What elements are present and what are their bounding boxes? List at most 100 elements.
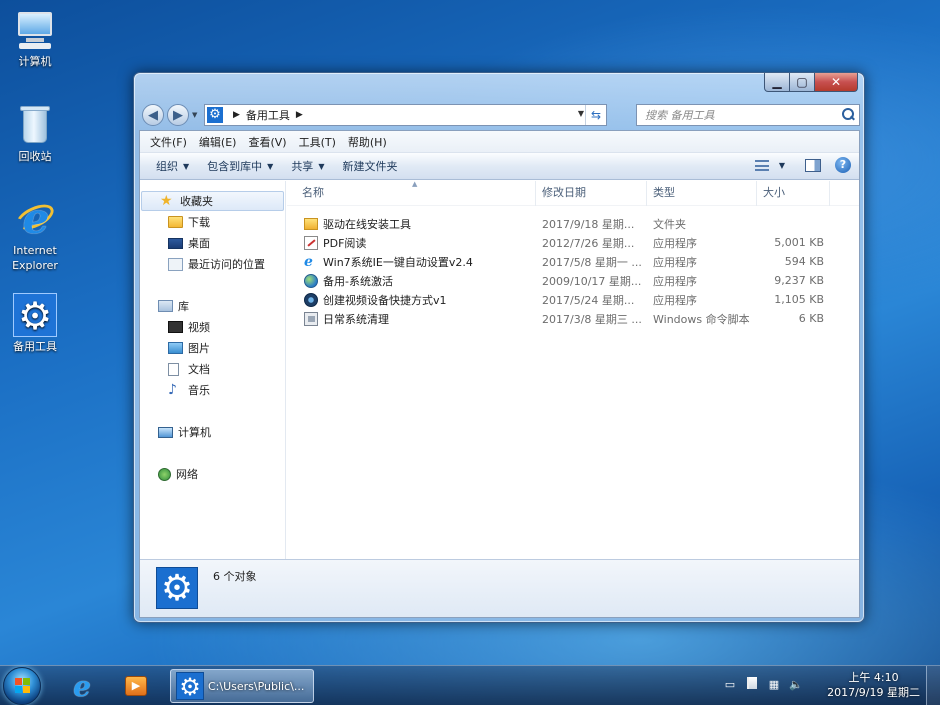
- system-tray: ▭ ▦ 🔈: [722, 677, 810, 693]
- address-bar[interactable]: ⚙ ▶ 备用工具 ▶ ▼ ⇆: [204, 104, 607, 126]
- column-label: 修改日期: [542, 185, 586, 199]
- nav-downloads[interactable]: 下载: [140, 212, 210, 232]
- nav-network[interactable]: 网络: [140, 464, 198, 484]
- volume-icon[interactable]: 🔈: [788, 677, 804, 693]
- recent-places-icon: [168, 257, 183, 271]
- new-folder-button[interactable]: 新建文件夹: [334, 158, 407, 174]
- network-icon[interactable]: ▦: [766, 677, 782, 693]
- file-date: 2017/3/8 星期三 ...: [542, 312, 642, 326]
- internet-explorer-icon: e: [73, 669, 91, 703]
- file-row[interactable]: 日常系统清理 2017/3/8 星期三 ... Windows 命令脚本 6 K…: [287, 309, 859, 328]
- file-size: 594 KB: [784, 255, 824, 268]
- file-type: 应用程序: [653, 274, 697, 288]
- column-label: 类型: [653, 185, 675, 199]
- batch-script-icon: [304, 311, 318, 326]
- item-count: 6 个对象: [213, 570, 257, 583]
- recent-pages-dropdown[interactable]: ▼: [192, 111, 197, 119]
- desktop-icon-computer[interactable]: 计算机: [0, 8, 70, 69]
- file-size: 6 KB: [798, 312, 824, 325]
- view-options-dropdown-icon[interactable]: ▼: [779, 161, 785, 170]
- file-name: Win7系统IE一键自动设置v2.4: [323, 255, 473, 269]
- folder-icon: [304, 217, 318, 230]
- nav-label: 视频: [188, 321, 210, 334]
- back-button[interactable]: ◀: [142, 104, 164, 126]
- organize-button[interactable]: 组织 ▼: [148, 158, 199, 174]
- breadcrumb-chevron-icon[interactable]: ▶: [296, 110, 303, 120]
- include-in-library-button[interactable]: 包含到库中 ▼: [199, 158, 283, 174]
- desktop-icon: [168, 237, 183, 249]
- taskbar: e ▶ ⚙ C:\Users\Public\... ▭ ▦ 🔈 上午 4:10 …: [0, 665, 940, 705]
- menu-tools[interactable]: 工具(T): [293, 134, 342, 150]
- column-header-date[interactable]: 修改日期: [536, 180, 647, 206]
- nav-label: 最近访问的位置: [188, 258, 265, 271]
- ie-app-icon: e: [304, 253, 313, 270]
- column-header-type[interactable]: 类型: [647, 180, 757, 206]
- search-input[interactable]: 搜索 备用工具: [636, 104, 860, 126]
- camera-app-icon: [304, 292, 318, 307]
- file-row[interactable]: 驱动在线安装工具 2017/9/18 星期... 文件夹: [287, 214, 859, 233]
- nav-favorites[interactable]: ★ 收藏夹: [141, 191, 284, 211]
- action-center-flag-icon[interactable]: [744, 677, 760, 693]
- forward-button[interactable]: ▶: [167, 104, 189, 126]
- column-header-name[interactable]: ▲ 名称: [287, 180, 536, 206]
- menu-file[interactable]: 文件(F): [144, 134, 193, 150]
- sort-ascending-icon: ▲: [412, 179, 418, 188]
- file-date: 2017/5/24 星期...: [542, 293, 635, 307]
- column-label: 名称: [302, 185, 324, 199]
- nav-desktop[interactable]: 桌面: [140, 233, 210, 253]
- maximize-button[interactable]: ▢: [790, 73, 815, 92]
- organize-label: 组织: [156, 160, 178, 173]
- menu-edit[interactable]: 编辑(E): [193, 134, 243, 150]
- taskbar-pin-media-player[interactable]: ▶: [114, 670, 158, 702]
- preview-pane-icon[interactable]: [805, 158, 821, 172]
- close-button[interactable]: ✕: [815, 73, 858, 92]
- internet-explorer-icon: e: [12, 197, 58, 241]
- breadcrumb-chevron-icon[interactable]: ▶: [233, 110, 240, 120]
- column-header-size[interactable]: 大小: [757, 180, 830, 206]
- refresh-button[interactable]: ⇆: [585, 105, 606, 125]
- file-type: 应用程序: [653, 236, 697, 250]
- nav-recent-places[interactable]: 最近访问的位置: [140, 254, 265, 274]
- show-hidden-icons-button[interactable]: ▭: [722, 677, 738, 693]
- file-row[interactable]: 备用-系统激活 2009/10/17 星期... 应用程序 9,237 KB: [287, 271, 859, 290]
- file-row[interactable]: 创建视频设备快捷方式v1 2017/5/24 星期... 应用程序 1,105 …: [287, 290, 859, 309]
- file-row[interactable]: e Win7系统IE一键自动设置v2.4 2017/5/8 星期一 ... 应用程…: [287, 252, 859, 271]
- file-row[interactable]: PDF阅读 2012/7/26 星期... 应用程序 5,001 KB: [287, 233, 859, 252]
- file-size: 9,237 KB: [774, 274, 824, 287]
- address-dropdown-icon[interactable]: ▼: [578, 109, 584, 118]
- gear-icon: ⚙: [176, 672, 204, 701]
- file-type: Windows 命令脚本: [653, 312, 750, 326]
- breadcrumb-current[interactable]: 备用工具: [246, 107, 290, 123]
- clock[interactable]: 上午 4:10 2017/9/19 星期二: [827, 670, 920, 700]
- gear-icon: ⚙: [13, 293, 57, 338]
- menu-view[interactable]: 查看(V): [242, 134, 292, 150]
- minimize-button[interactable]: ▁: [764, 73, 790, 92]
- desktop-icon-backup-tools[interactable]: ⚙ 备用工具: [0, 293, 70, 354]
- music-note-icon: ♪: [168, 382, 177, 398]
- documents-library-icon: [168, 362, 179, 376]
- desktop-icon-recycle-bin[interactable]: 回收站: [0, 103, 70, 164]
- share-button[interactable]: 共享 ▼: [283, 158, 334, 174]
- nav-pictures[interactable]: 图片: [140, 338, 210, 358]
- nav-documents[interactable]: 文档: [140, 359, 210, 379]
- nav-libraries[interactable]: 库: [140, 296, 189, 316]
- start-button[interactable]: [3, 667, 41, 705]
- recycle-bin-icon: [13, 103, 57, 147]
- help-icon[interactable]: ?: [835, 157, 851, 173]
- desktop-icon-internet-explorer[interactable]: e Internet Explorer: [0, 197, 70, 273]
- search-icon[interactable]: [841, 107, 855, 121]
- nav-videos[interactable]: 视频: [140, 317, 210, 337]
- command-bar: 组织 ▼ 包含到库中 ▼ 共享 ▼ 新建文件夹 ▼ ?: [140, 153, 859, 180]
- taskbar-window-label: C:\Users\Public\...: [208, 679, 305, 693]
- taskbar-window-explorer[interactable]: ⚙ C:\Users\Public\...: [170, 669, 314, 703]
- nav-computer[interactable]: 计算机: [140, 422, 211, 442]
- nav-music[interactable]: ♪ 音乐: [140, 380, 210, 400]
- change-view-icon[interactable]: [754, 159, 769, 171]
- file-name: 日常系统清理: [323, 312, 389, 326]
- menu-help[interactable]: 帮助(H): [342, 134, 393, 150]
- details-pane: ⚙ 6 个对象: [140, 559, 859, 617]
- taskbar-pin-internet-explorer[interactable]: e: [60, 669, 104, 703]
- file-date: 2017/5/8 星期一 ...: [542, 255, 642, 269]
- media-player-icon: ▶: [125, 676, 147, 696]
- show-desktop-button[interactable]: [926, 666, 940, 705]
